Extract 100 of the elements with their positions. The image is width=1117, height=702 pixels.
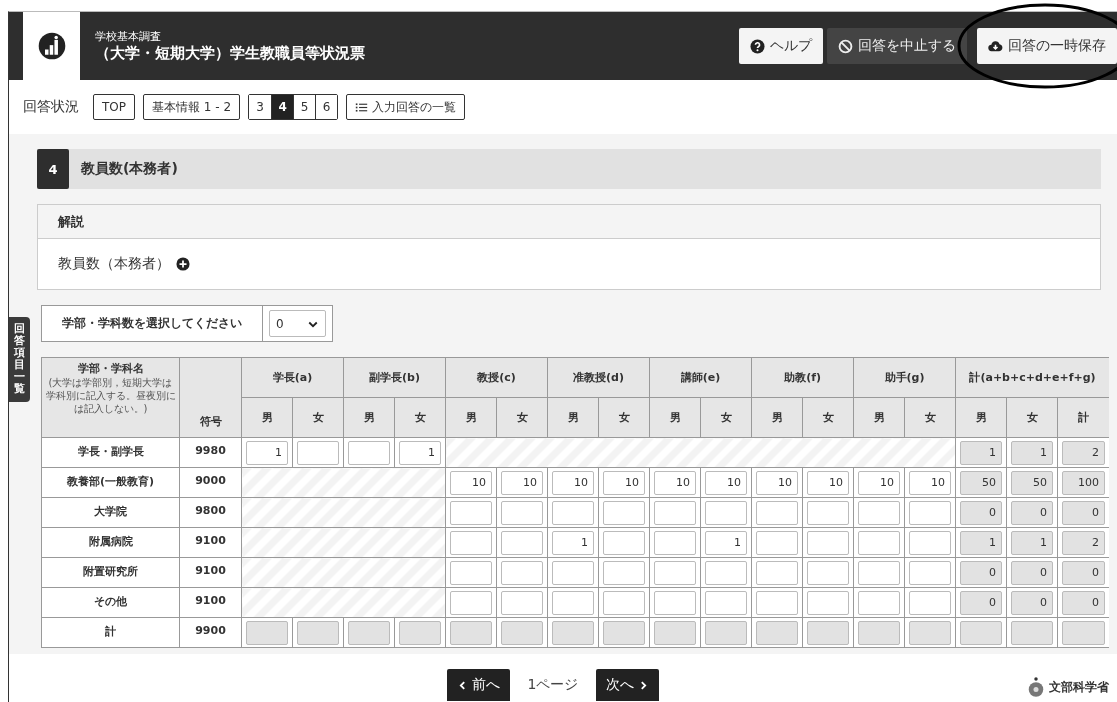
number-field[interactable]: 1 (705, 530, 748, 555)
number-field[interactable]: 10 (705, 470, 748, 495)
number-field[interactable]: 10 (807, 470, 850, 495)
number-field[interactable] (450, 560, 492, 585)
total-field[interactable]: 0 (1011, 590, 1054, 615)
number-field[interactable] (858, 530, 901, 555)
number-field[interactable]: 10 (450, 470, 492, 495)
number-field[interactable] (501, 500, 544, 525)
number-field[interactable] (705, 560, 748, 585)
number-field[interactable] (756, 560, 799, 585)
total-field[interactable] (654, 620, 697, 645)
number-field[interactable] (654, 590, 697, 615)
total-field[interactable]: 50 (1011, 470, 1054, 495)
save-button[interactable]: 回答の一時保存 (977, 28, 1117, 64)
number-field[interactable] (501, 560, 544, 585)
number-field[interactable] (858, 500, 901, 525)
total-field[interactable]: 0 (960, 590, 1003, 615)
number-field[interactable] (348, 440, 390, 465)
number-field[interactable] (654, 530, 697, 555)
number-field[interactable] (705, 590, 748, 615)
number-field[interactable] (756, 590, 799, 615)
number-field[interactable] (552, 560, 595, 585)
answer-items-tab[interactable]: 回答項目一覧 (9, 317, 30, 402)
total-field[interactable] (807, 620, 850, 645)
total-field[interactable]: 1 (1011, 440, 1054, 465)
number-field[interactable] (450, 530, 492, 555)
number-field[interactable] (858, 560, 901, 585)
number-field[interactable] (909, 590, 952, 615)
count-dropdown[interactable]: 0 (269, 310, 326, 337)
number-field[interactable] (450, 590, 492, 615)
number-field[interactable]: 10 (756, 470, 799, 495)
page-tab[interactable]: 4 (271, 95, 294, 119)
nav-button[interactable]: TOP (93, 94, 135, 120)
number-field[interactable] (654, 560, 697, 585)
total-field[interactable]: 0 (1062, 560, 1106, 585)
total-field[interactable]: 2 (1062, 530, 1106, 555)
total-field[interactable] (705, 620, 748, 645)
total-field[interactable] (858, 620, 901, 645)
total-field[interactable]: 0 (1011, 500, 1054, 525)
number-field[interactable] (552, 590, 595, 615)
number-field[interactable]: 1 (552, 530, 595, 555)
number-field[interactable] (807, 560, 850, 585)
number-field[interactable] (603, 560, 646, 585)
number-field[interactable] (909, 500, 952, 525)
number-field[interactable] (705, 500, 748, 525)
number-field[interactable]: 10 (858, 470, 901, 495)
number-field[interactable]: 10 (501, 470, 544, 495)
number-field[interactable] (756, 500, 799, 525)
number-field[interactable]: 10 (552, 470, 595, 495)
total-field[interactable] (552, 620, 595, 645)
total-field[interactable] (399, 620, 441, 645)
previous-button[interactable]: 前へ (446, 669, 510, 701)
number-field[interactable] (501, 590, 544, 615)
total-field[interactable]: 100 (1062, 470, 1106, 495)
number-field[interactable] (501, 530, 544, 555)
total-field[interactable]: 0 (1011, 560, 1054, 585)
number-field[interactable]: 10 (603, 470, 646, 495)
total-field[interactable] (450, 620, 492, 645)
total-field[interactable]: 0 (960, 560, 1003, 585)
number-field[interactable]: 1 (399, 440, 441, 465)
total-field[interactable]: 1 (960, 440, 1003, 465)
number-field[interactable]: 10 (654, 470, 697, 495)
total-field[interactable]: 1 (1011, 530, 1054, 555)
stop-button[interactable]: 回答を中止する (827, 28, 967, 64)
answer-list-button[interactable]: 入力回答の一覧 (346, 94, 466, 120)
total-field[interactable] (756, 620, 799, 645)
number-field[interactable] (552, 500, 595, 525)
total-field[interactable] (348, 620, 390, 645)
number-field[interactable] (603, 500, 646, 525)
next-button[interactable]: 次へ (596, 669, 660, 701)
number-field[interactable] (297, 440, 339, 465)
total-field[interactable] (501, 620, 544, 645)
total-field[interactable] (603, 620, 646, 645)
total-field[interactable]: 1 (960, 530, 1003, 555)
total-field[interactable]: 0 (1062, 590, 1106, 615)
number-field[interactable] (807, 500, 850, 525)
total-field[interactable] (297, 620, 339, 645)
number-field[interactable] (858, 590, 901, 615)
page-tab[interactable]: 6 (315, 95, 338, 119)
number-field[interactable] (807, 590, 850, 615)
number-field[interactable] (450, 500, 492, 525)
total-field[interactable] (246, 620, 288, 645)
number-field[interactable] (909, 560, 952, 585)
total-field[interactable] (909, 620, 952, 645)
number-field[interactable] (654, 500, 697, 525)
number-field[interactable]: 1 (246, 440, 288, 465)
number-field[interactable] (603, 530, 646, 555)
number-field[interactable]: 10 (909, 470, 952, 495)
total-field[interactable]: 2 (1062, 440, 1106, 465)
number-field[interactable] (603, 590, 646, 615)
total-field[interactable] (1011, 620, 1054, 645)
total-field[interactable] (960, 620, 1003, 645)
total-field[interactable]: 0 (1062, 500, 1106, 525)
number-field[interactable] (807, 530, 850, 555)
number-field[interactable] (756, 530, 799, 555)
total-field[interactable] (1062, 620, 1106, 645)
nav-button[interactable]: 基本情報 1 - 2 (143, 94, 241, 120)
help-button[interactable]: ヘルプ (739, 28, 823, 64)
total-field[interactable]: 0 (960, 500, 1003, 525)
number-field[interactable] (909, 530, 952, 555)
